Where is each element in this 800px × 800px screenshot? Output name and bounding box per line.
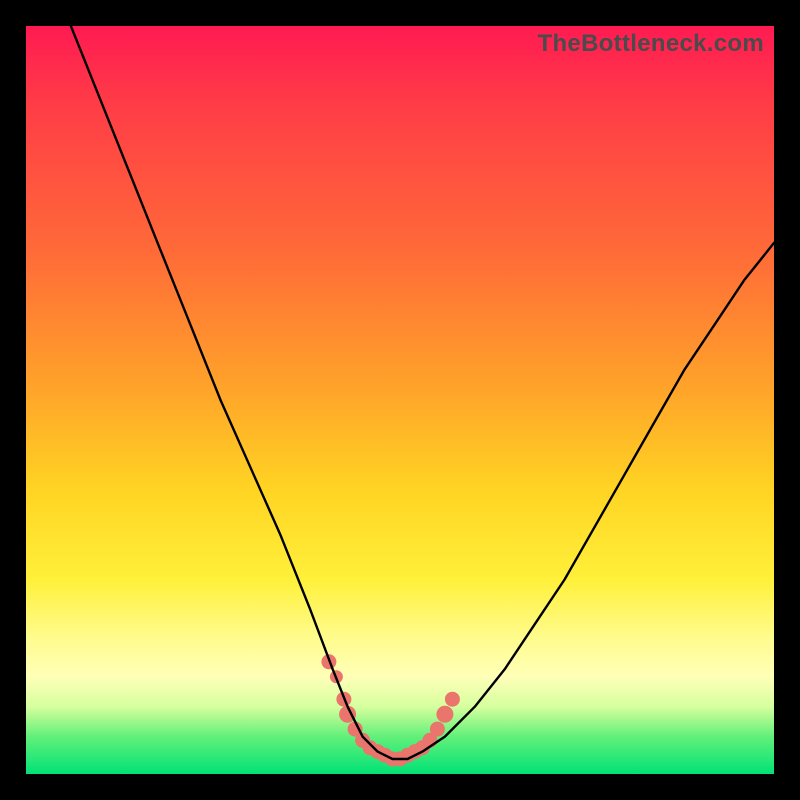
plot-area: TheBottleneck.com <box>26 26 774 774</box>
marker-dot <box>430 722 444 736</box>
chart-frame: TheBottleneck.com <box>0 0 800 800</box>
bottleneck-curve <box>71 26 774 759</box>
markers-group <box>322 655 460 766</box>
curve-svg <box>26 26 774 774</box>
marker-dot <box>445 692 459 706</box>
marker-dot <box>437 706 453 722</box>
